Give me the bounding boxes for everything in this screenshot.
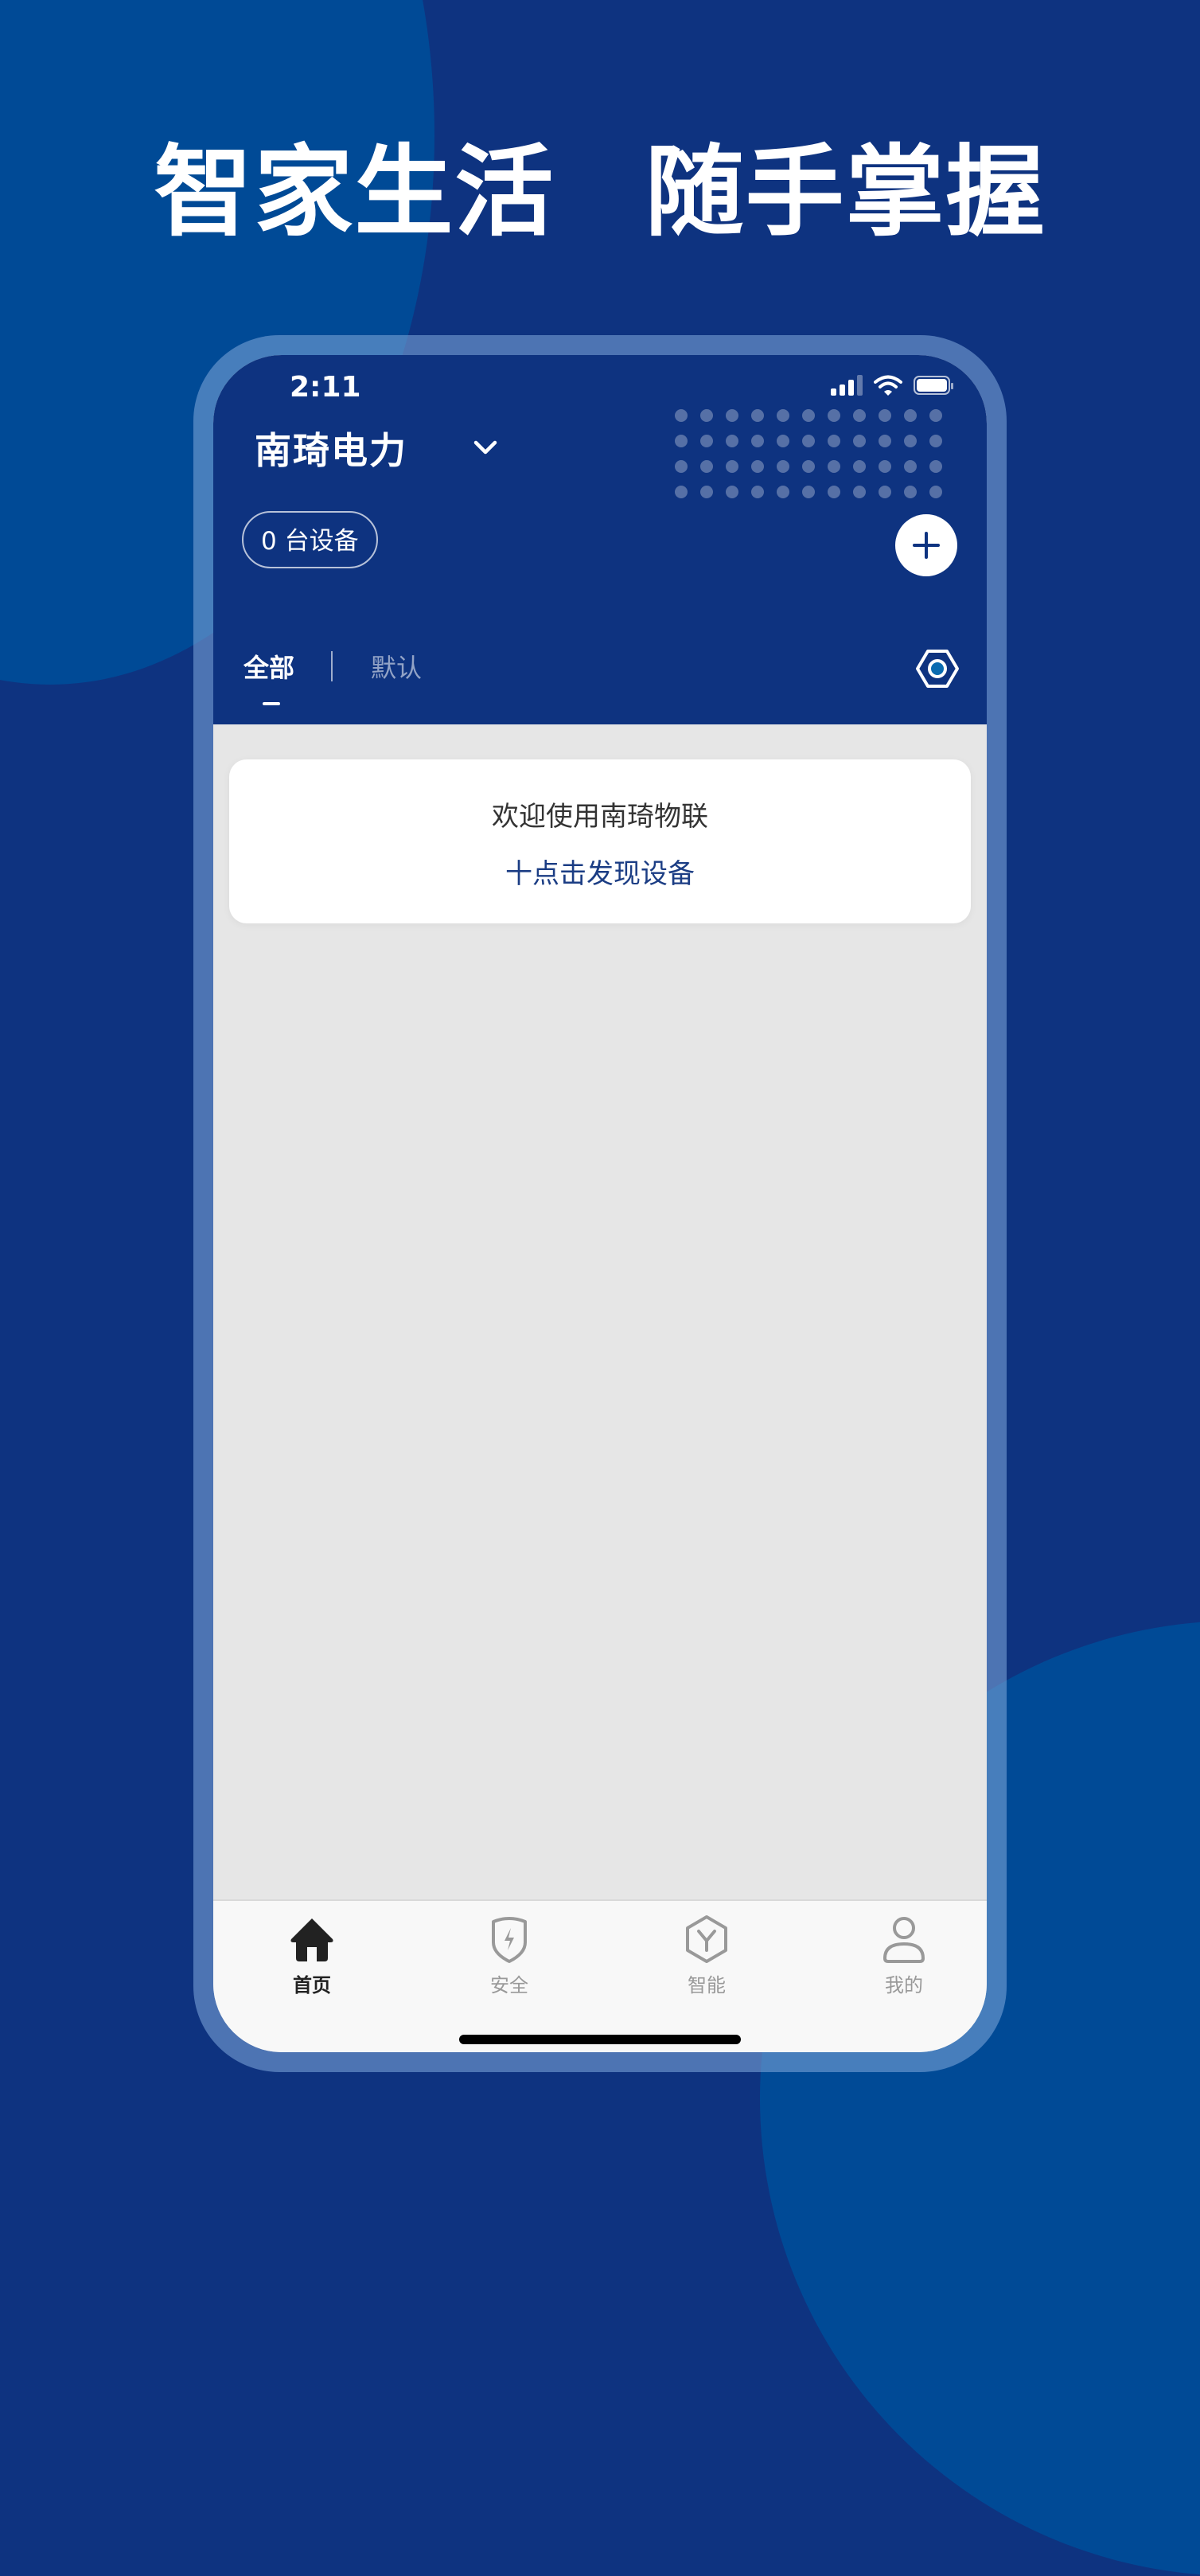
- plus-icon: [913, 532, 940, 559]
- phone-screen: 2:11 南琦电力 0 台设备 全部 默认 欢迎使用南琦物联 十点击发现设备 首…: [213, 355, 987, 2052]
- shield-bolt-icon: [492, 1917, 527, 1963]
- decorative-dot: [726, 486, 738, 498]
- decorative-dot: [828, 460, 840, 473]
- decorative-dot: [853, 409, 866, 422]
- decorative-dot: [726, 409, 738, 422]
- decorative-dot: [802, 435, 815, 447]
- decorative-dot: [879, 409, 891, 422]
- cellular-signal-icon: [831, 375, 863, 396]
- decorative-dot: [904, 460, 917, 473]
- add-device-button[interactable]: [895, 514, 957, 576]
- decorative-dot: [853, 435, 866, 447]
- nav-label-security: 安全: [490, 1974, 528, 1996]
- decorative-dot: [726, 435, 738, 447]
- welcome-title: 欢迎使用南琦物联: [492, 801, 708, 833]
- nav-label-smart: 智能: [688, 1974, 726, 1996]
- decorative-dot: [853, 460, 866, 473]
- decorative-dot: [675, 460, 688, 473]
- nav-item-home[interactable]: 首页: [264, 1914, 360, 1997]
- decorative-dot: [675, 409, 688, 422]
- decorative-dot: [700, 460, 713, 473]
- hexagon-y-icon: [686, 1915, 727, 1963]
- room-tabs: 全部 默认: [244, 648, 422, 705]
- decorative-dot: [751, 409, 764, 422]
- device-count-badge[interactable]: 0 台设备: [242, 511, 378, 568]
- status-icons: [831, 374, 953, 396]
- decorative-dot: [751, 460, 764, 473]
- decorative-dot: [675, 435, 688, 447]
- status-time: 2:11: [290, 371, 361, 404]
- decorative-dot: [777, 460, 789, 473]
- promo-headline: 智家生活 随手掌握: [0, 111, 1200, 255]
- wifi-icon: [874, 375, 902, 396]
- promo-headline-left: 智家生活: [154, 135, 555, 250]
- decorative-dot: [853, 486, 866, 498]
- decorative-dot: [879, 486, 891, 498]
- decorative-dot: [904, 435, 917, 447]
- decorative-dot: [675, 486, 688, 498]
- nav-label-home: 首页: [293, 1974, 331, 1996]
- decorative-dot: [700, 486, 713, 498]
- decorative-dot: [802, 460, 815, 473]
- decorative-dot: [700, 409, 713, 422]
- welcome-card: 欢迎使用南琦物联 十点击发现设备: [229, 759, 971, 923]
- decorative-dot: [929, 409, 942, 422]
- tab-all[interactable]: 全部: [244, 648, 294, 705]
- nav-item-profile[interactable]: 我的: [856, 1914, 952, 1997]
- decorative-dot: [777, 486, 789, 498]
- home-icon: [290, 1918, 333, 1961]
- decorative-dot: [929, 460, 942, 473]
- home-indicator: [459, 2035, 741, 2044]
- decorative-dot: [828, 486, 840, 498]
- hexagon-settings-icon[interactable]: [914, 645, 961, 693]
- decorative-dot: [828, 409, 840, 422]
- decorative-dot: [700, 435, 713, 447]
- decorative-dot: [751, 435, 764, 447]
- decorative-dot: [802, 486, 815, 498]
- decorative-dot: [777, 409, 789, 422]
- decorative-dot: [777, 435, 789, 447]
- battery-icon: [914, 376, 953, 395]
- chevron-down-icon[interactable]: [469, 431, 501, 463]
- tab-default[interactable]: 默认: [371, 648, 422, 685]
- nav-label-profile: 我的: [885, 1974, 923, 1996]
- bottom-nav: 首页 安全 智能 我的: [213, 1899, 987, 2052]
- nav-item-security[interactable]: 安全: [462, 1914, 557, 1997]
- decorative-dot: [751, 486, 764, 498]
- nav-item-smart[interactable]: 智能: [659, 1914, 754, 1997]
- decorative-dot: [904, 486, 917, 498]
- discover-devices-link[interactable]: 十点击发现设备: [229, 852, 971, 891]
- decorative-dot: [828, 435, 840, 447]
- decorative-dot: [904, 409, 917, 422]
- home-title[interactable]: 南琦电力: [255, 422, 407, 474]
- promo-headline-right: 随手掌握: [645, 135, 1046, 250]
- decorative-dot: [929, 435, 942, 447]
- decorative-dot: [929, 486, 942, 498]
- user-icon: [883, 1917, 925, 1963]
- decorative-dot: [879, 435, 891, 447]
- app-header: 2:11 南琦电力 0 台设备 全部 默认: [213, 355, 987, 724]
- decorative-dot-grid: [675, 409, 942, 498]
- decorative-dot: [879, 460, 891, 473]
- decorative-dot: [802, 409, 815, 422]
- decorative-dot: [726, 460, 738, 473]
- tab-divider: [331, 651, 333, 681]
